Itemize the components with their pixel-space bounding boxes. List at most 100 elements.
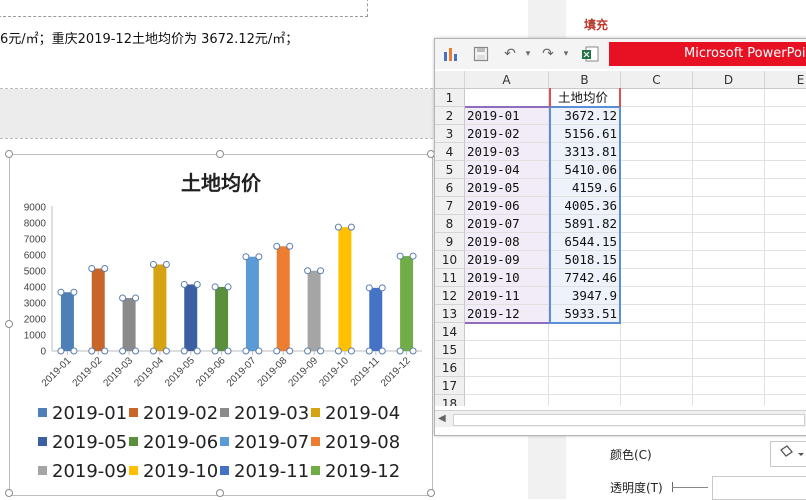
bar-selection-handle[interactable] xyxy=(149,347,157,355)
row-header[interactable]: 1 xyxy=(435,89,465,107)
bar-selection-handle[interactable] xyxy=(101,264,109,272)
bar-selection-handle[interactable] xyxy=(347,223,355,231)
bar-selection-handle[interactable] xyxy=(57,347,65,355)
cell-C17[interactable] xyxy=(621,377,693,395)
cell-C16[interactable] xyxy=(621,359,693,377)
bar-selection-handle[interactable] xyxy=(242,253,250,261)
cell-D15[interactable] xyxy=(693,341,765,359)
row-header[interactable]: 8 xyxy=(435,215,465,233)
bar-selection-handle[interactable] xyxy=(88,347,96,355)
cell-A6[interactable]: 2019-05 xyxy=(465,179,549,197)
resize-handle-bm[interactable] xyxy=(216,489,224,497)
legend-entry[interactable]: 2019-03 xyxy=(220,403,309,424)
bar-selection-handle[interactable] xyxy=(409,347,417,355)
column-header-C[interactable]: C xyxy=(621,71,693,89)
bar-selection-handle[interactable] xyxy=(334,223,342,231)
cell-B16[interactable] xyxy=(549,359,621,377)
scroll-left-icon[interactable]: ◀ xyxy=(438,413,446,424)
bar-selection-handle[interactable] xyxy=(317,267,325,275)
cell-D6[interactable] xyxy=(693,179,765,197)
cell-E7[interactable] xyxy=(765,197,806,215)
undo-icon[interactable]: ↶ xyxy=(501,45,519,63)
bar-selection-handle[interactable] xyxy=(273,347,281,355)
bar[interactable] xyxy=(215,286,229,351)
bar-selection-handle[interactable] xyxy=(132,347,140,355)
cell-D14[interactable] xyxy=(693,323,765,341)
legend-entry[interactable]: 2019-12 xyxy=(311,461,400,482)
chart-object[interactable]: 土地均价 0 1000 2000 3000 4000 5000 6000 7000 8000 90… xyxy=(9,154,433,496)
cell-B1[interactable]: 土地均价 xyxy=(549,89,621,107)
cell-E12[interactable] xyxy=(765,287,806,305)
legend-entry[interactable]: 2019-07 xyxy=(220,432,309,453)
bar[interactable] xyxy=(307,270,321,351)
cell-C6[interactable] xyxy=(621,179,693,197)
cell-A7[interactable]: 2019-06 xyxy=(465,197,549,215)
bar-selection-handle[interactable] xyxy=(88,264,96,272)
cell-D11[interactable] xyxy=(693,269,765,287)
bar-selection-handle[interactable] xyxy=(273,242,281,250)
row-header[interactable]: 13 xyxy=(435,305,465,323)
cell-A18[interactable] xyxy=(465,395,549,406)
bar-selection-handle[interactable] xyxy=(317,347,325,355)
bar-selection-handle[interactable] xyxy=(242,347,250,355)
scrollbar-track[interactable] xyxy=(453,414,805,426)
cell-D8[interactable] xyxy=(693,215,765,233)
row-header[interactable]: 14 xyxy=(435,323,465,341)
cell-C11[interactable] xyxy=(621,269,693,287)
cell-B4[interactable]: 3313.81 xyxy=(549,143,621,161)
bar[interactable] xyxy=(400,256,414,351)
row-header[interactable]: 16 xyxy=(435,359,465,377)
text-box-outline[interactable] xyxy=(0,0,368,17)
bar-selection-handle[interactable] xyxy=(70,288,78,296)
bar-selection-handle[interactable] xyxy=(286,347,294,355)
cell-E11[interactable] xyxy=(765,269,806,287)
bar-selection-handle[interactable] xyxy=(211,283,219,291)
bar-selection-handle[interactable] xyxy=(378,347,386,355)
legend-entry[interactable]: 2019-11 xyxy=(220,461,309,482)
cell-A14[interactable] xyxy=(465,323,549,341)
cell-D18[interactable] xyxy=(693,395,765,406)
cell-C10[interactable] xyxy=(621,251,693,269)
cell-B2[interactable]: 3672.12 xyxy=(549,107,621,125)
bar-selection-handle[interactable] xyxy=(101,347,109,355)
transparency-input[interactable] xyxy=(712,476,806,500)
cell-C2[interactable] xyxy=(621,107,693,125)
bar-selection-handle[interactable] xyxy=(304,267,312,275)
spreadsheet-grid[interactable]: A B C D E 1 土地均价 2 2019-01 3672.12 3 2019-02 5156.61… xyxy=(435,71,806,406)
cell-D17[interactable] xyxy=(693,377,765,395)
cell-E15[interactable] xyxy=(765,341,806,359)
cell-B3[interactable]: 5156.61 xyxy=(549,125,621,143)
cell-B5[interactable]: 5410.06 xyxy=(549,161,621,179)
cell-A5[interactable]: 2019-04 xyxy=(465,161,549,179)
resize-handle-tl[interactable] xyxy=(5,150,13,158)
transparency-slider[interactable] xyxy=(672,487,708,488)
bar-selection-handle[interactable] xyxy=(162,260,170,268)
cell-A11[interactable]: 2019-10 xyxy=(465,269,549,287)
bar-selection-handle[interactable] xyxy=(334,347,342,355)
cell-B13[interactable]: 5933.51 xyxy=(549,305,621,323)
bar-selection-handle[interactable] xyxy=(57,288,65,296)
bar-selection-handle[interactable] xyxy=(119,347,127,355)
row-header[interactable]: 18 xyxy=(435,395,465,406)
cell-E1[interactable] xyxy=(765,89,806,107)
bar[interactable] xyxy=(369,287,383,351)
row-header[interactable]: 12 xyxy=(435,287,465,305)
cell-E10[interactable] xyxy=(765,251,806,269)
cell-D1[interactable] xyxy=(693,89,765,107)
cell-B12[interactable]: 3947.9 xyxy=(549,287,621,305)
bar-selection-handle[interactable] xyxy=(193,280,201,288)
cell-B7[interactable]: 4005.36 xyxy=(549,197,621,215)
bar[interactable] xyxy=(276,246,290,351)
bar-selection-handle[interactable] xyxy=(162,347,170,355)
cell-C5[interactable] xyxy=(621,161,693,179)
cell-B8[interactable]: 5891.82 xyxy=(549,215,621,233)
row-header[interactable]: 6 xyxy=(435,179,465,197)
bar[interactable] xyxy=(122,297,136,351)
cell-A10[interactable]: 2019-09 xyxy=(465,251,549,269)
fill-color-button[interactable] xyxy=(770,441,806,467)
column-header-B[interactable]: B xyxy=(549,71,621,89)
row-header[interactable]: 5 xyxy=(435,161,465,179)
cell-E9[interactable] xyxy=(765,233,806,251)
cell-E6[interactable] xyxy=(765,179,806,197)
cell-D2[interactable] xyxy=(693,107,765,125)
